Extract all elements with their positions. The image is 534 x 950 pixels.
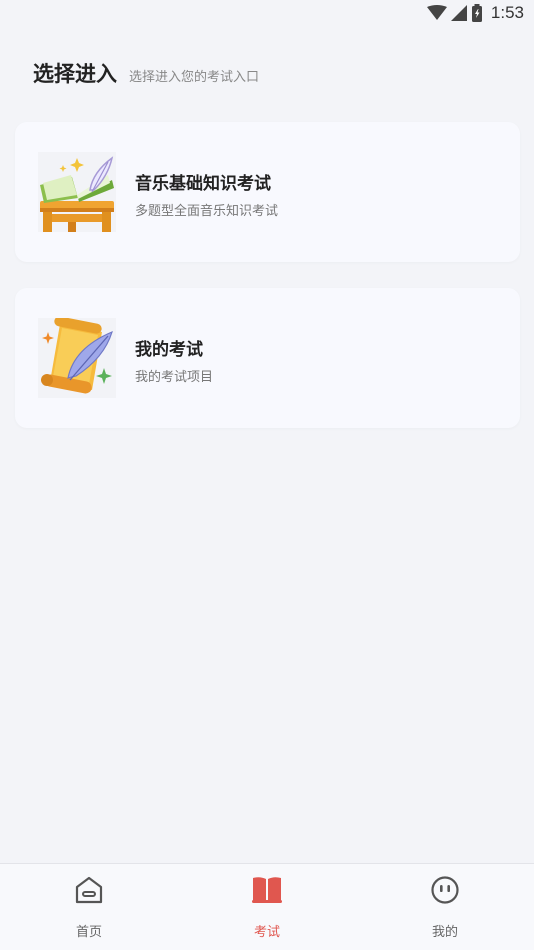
face-icon: [429, 874, 461, 906]
wifi-icon: [426, 5, 447, 20]
page-subtitle: 选择进入您的考试入口: [129, 70, 260, 85]
home-icon: [73, 874, 105, 906]
card-title: 我的考试: [135, 340, 203, 360]
status-bar: 1:53: [0, 0, 534, 28]
scroll-quill-icon: [38, 316, 116, 398]
tab-mine[interactable]: 我的: [356, 864, 534, 950]
card-title: 音乐基础知识考试: [135, 174, 271, 194]
tab-exam[interactable]: 考试: [178, 864, 356, 950]
cellular-signal-icon: [450, 5, 467, 21]
tab-label: 我的: [431, 925, 458, 940]
tab-label: 考试: [253, 925, 280, 940]
book-icon: [251, 874, 283, 906]
card-description: 我的考试项目: [135, 370, 214, 385]
tab-home[interactable]: 首页: [0, 864, 178, 950]
battery-icon: [471, 4, 482, 22]
tab-label: 首页: [75, 925, 102, 940]
card-description: 多题型全面音乐知识考试: [135, 204, 279, 219]
book-quill-icon: [38, 152, 116, 232]
exam-card-my-exams[interactable]: 我的考试 我的考试项目: [15, 288, 520, 428]
status-icons: 1:53: [426, 3, 524, 23]
bottom-tab-bar: 首页 考试 我的: [0, 863, 534, 950]
status-time: 1:53: [490, 3, 524, 22]
exam-card-music-basics[interactable]: 音乐基础知识考试 多题型全面音乐知识考试: [15, 122, 520, 262]
page-title: 选择进入: [33, 62, 117, 86]
page-header: 选择进入 选择进入您的考试入口: [33, 58, 259, 88]
